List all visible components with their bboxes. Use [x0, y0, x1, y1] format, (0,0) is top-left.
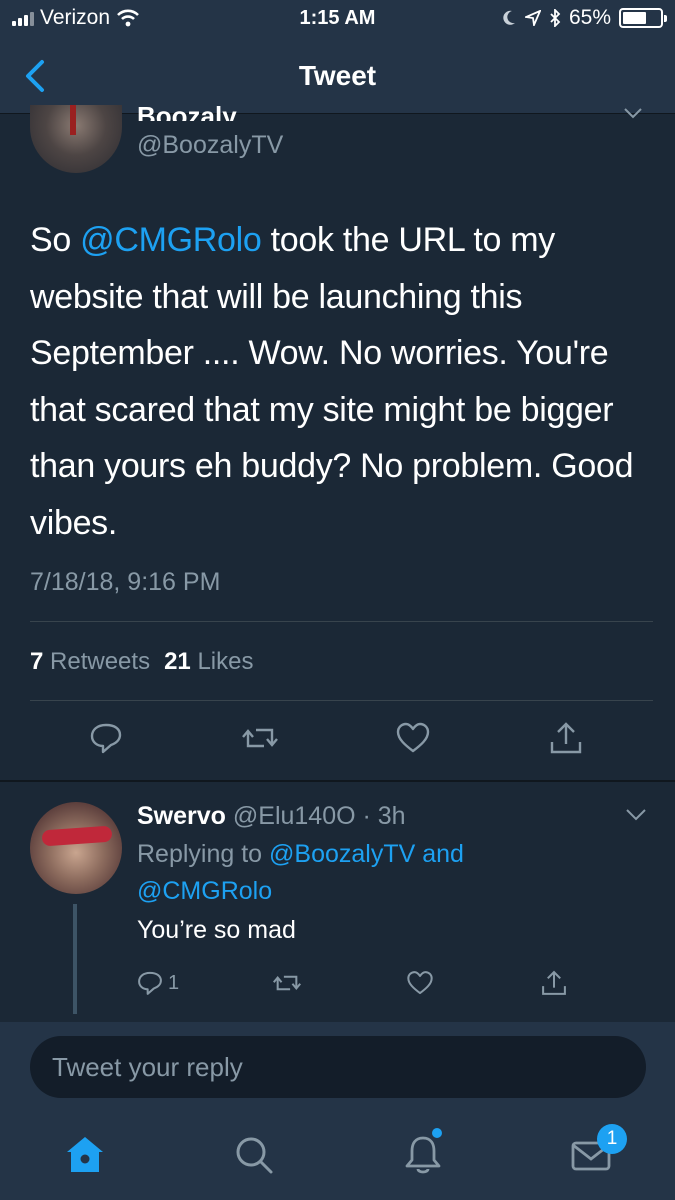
retweets-label: Retweets — [50, 648, 151, 675]
reply-dot: · — [355, 802, 378, 830]
like-button[interactable] — [406, 968, 434, 998]
bluetooth-icon — [550, 9, 561, 27]
notifications-icon[interactable] — [400, 1132, 446, 1178]
reply-time: 3h — [377, 802, 406, 830]
reply-author-handle[interactable]: @Elu140O — [233, 802, 356, 830]
author-handle[interactable]: @BoozalyTV — [137, 131, 283, 160]
tweet-timestamp: 7/18/18, 9:16 PM — [30, 568, 221, 596]
author-name[interactable]: Boozaly — [137, 101, 237, 121]
tweet-actions — [0, 720, 675, 764]
divider — [30, 700, 653, 701]
chevron-down-icon[interactable] — [623, 107, 643, 119]
retweet-button[interactable] — [272, 968, 302, 998]
mention-link[interactable]: @CMGRolo — [80, 221, 262, 259]
battery-icon — [619, 8, 667, 28]
status-right: 65% — [501, 6, 667, 30]
chevron-down-icon[interactable] — [625, 808, 647, 822]
battery-percent: 65% — [568, 6, 611, 29]
replying-mention[interactable]: @BoozalyTV — [269, 840, 415, 868]
share-icon — [542, 970, 566, 995]
reply-tweet[interactable]: Swervo @Elu140O · 3h Replying to @Boozal… — [0, 782, 675, 1022]
reply-icon — [138, 971, 162, 995]
retweets-stat[interactable]: 7 Retweets — [30, 648, 150, 675]
composer-bar: Tweet your reply — [0, 1022, 675, 1112]
replying-mention[interactable]: @CMGRolo — [137, 877, 272, 905]
replying-prefix: Replying to — [137, 840, 270, 868]
reply-text: You’re so mad — [137, 916, 296, 944]
like-icon — [407, 971, 433, 995]
nav-bar: Tweet — [0, 38, 675, 114]
tweet-stats: 7 Retweets 21 Likes — [30, 648, 253, 676]
search-icon[interactable] — [231, 1132, 277, 1178]
reply-icon[interactable] — [88, 720, 124, 756]
tweet-text-start: So — [30, 221, 81, 259]
retweet-icon — [273, 975, 301, 991]
tweet-text-rest: took the URL to my website that will be … — [30, 221, 634, 542]
moon-icon — [503, 10, 515, 25]
likes-label: Likes — [197, 648, 254, 675]
tweet-text: So @CMGRolo took the URL to my website t… — [30, 212, 655, 551]
page-title: Tweet — [298, 60, 377, 91]
messages-badge: 1 — [597, 1124, 627, 1154]
location-icon — [524, 10, 541, 26]
share-icon[interactable] — [548, 720, 584, 756]
replying-and: and — [415, 840, 464, 868]
retweet-icon[interactable] — [242, 720, 278, 756]
avatar[interactable] — [30, 105, 122, 173]
reply-input[interactable]: Tweet your reply — [30, 1036, 646, 1098]
replying-to: Replying to @BoozalyTV and @CMGRolo — [137, 836, 537, 910]
reply-header: Swervo @Elu140O · 3h — [137, 802, 406, 831]
likes-count: 21 — [164, 648, 191, 675]
reply-actions: 1 — [0, 968, 675, 1004]
divider — [30, 621, 653, 622]
home-icon[interactable] — [62, 1132, 108, 1178]
share-button[interactable] — [540, 968, 568, 998]
reply-author-name[interactable]: Swervo — [137, 802, 226, 830]
like-icon[interactable] — [395, 720, 431, 756]
tab-bar — [0, 1112, 675, 1200]
avatar[interactable] — [30, 802, 122, 894]
tweet-author[interactable]: Boozaly @BoozalyTV — [0, 101, 675, 185]
battery-fill — [623, 12, 647, 24]
reply-button[interactable]: 1 — [136, 968, 179, 998]
reply-count: 1 — [168, 971, 180, 994]
likes-stat[interactable]: 21 Likes — [164, 648, 253, 675]
status-bar: Verizon 1:15 AM 65% — [0, 0, 675, 38]
notification-dot — [432, 1128, 442, 1138]
retweets-count: 7 — [30, 648, 44, 675]
